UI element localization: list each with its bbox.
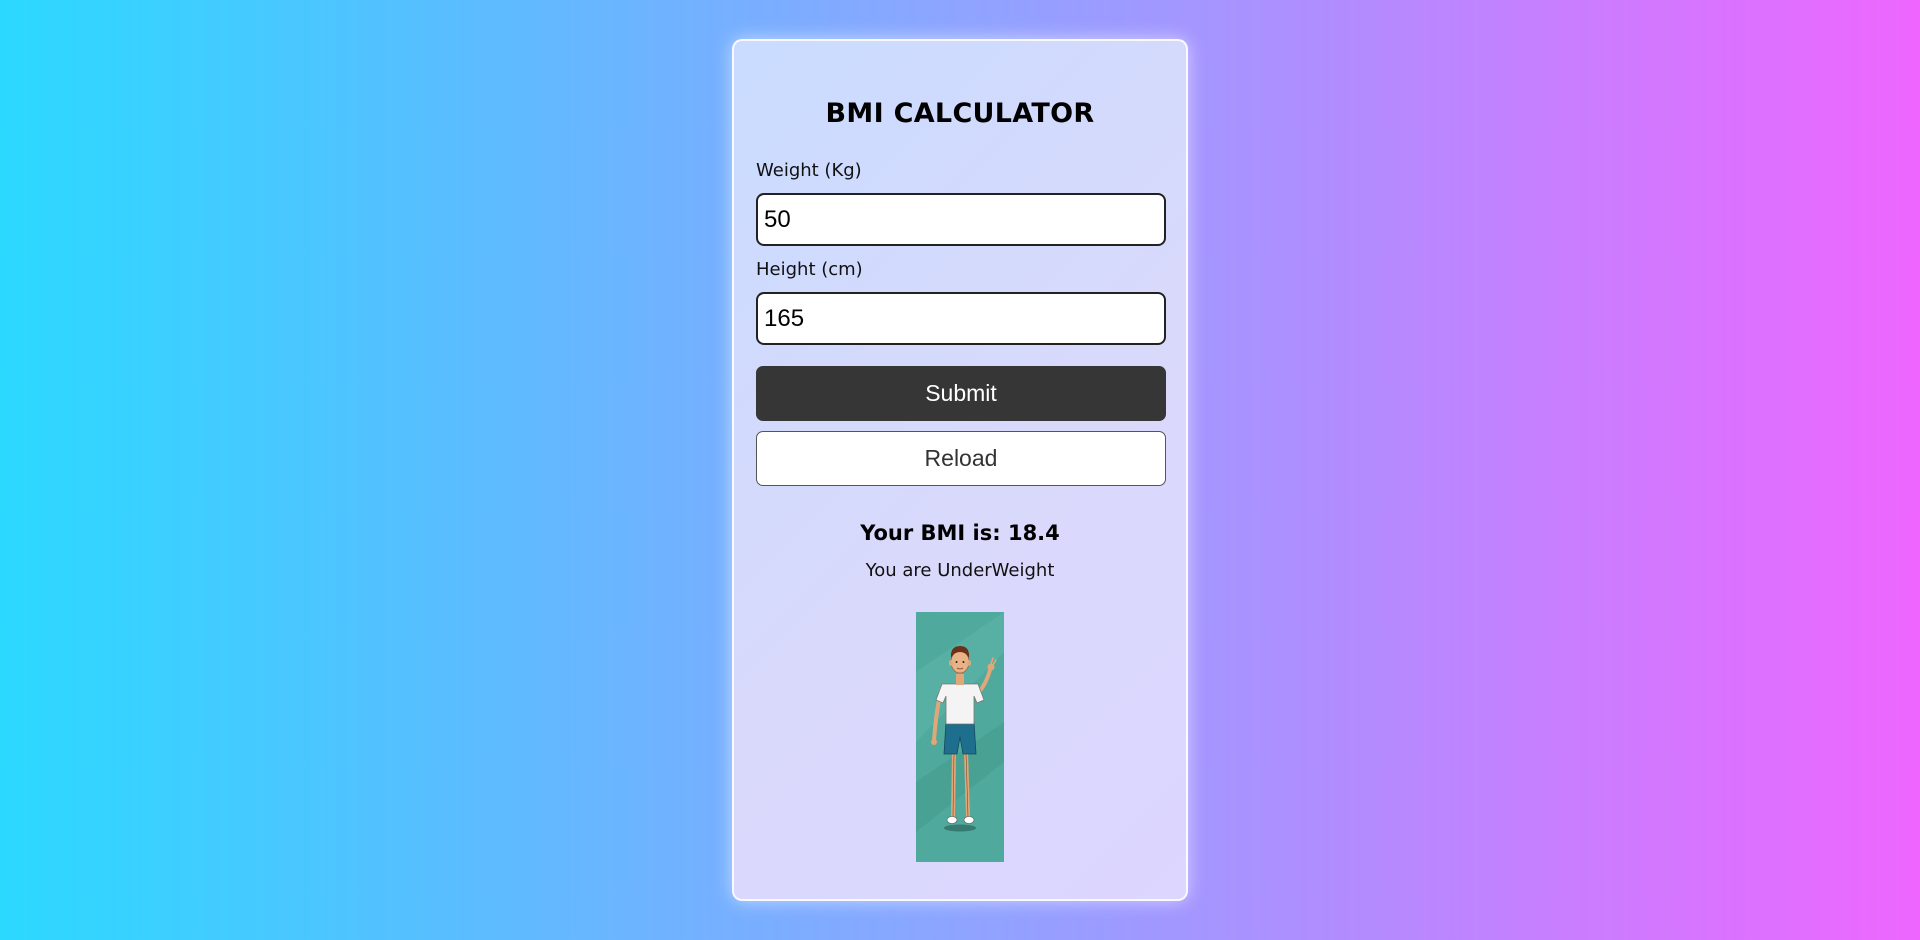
weight-input[interactable] <box>756 193 1166 246</box>
weight-label: Weight (Kg) <box>756 160 862 181</box>
underweight-illustration <box>916 612 1004 862</box>
height-input[interactable] <box>756 292 1166 345</box>
person-waving-icon <box>916 612 1004 862</box>
page-title: BMI CALCULATOR <box>825 98 1095 129</box>
height-label: Height (cm) <box>756 259 863 280</box>
bmi-status: You are UnderWeight <box>865 560 1055 581</box>
reload-button[interactable]: Reload <box>756 431 1166 486</box>
submit-button[interactable]: Submit <box>756 366 1166 421</box>
bmi-calculator-card: BMI CALCULATOR Weight (Kg) Height (cm) S… <box>732 39 1188 901</box>
bmi-result: Your BMI is: 18.4 <box>860 521 1060 545</box>
